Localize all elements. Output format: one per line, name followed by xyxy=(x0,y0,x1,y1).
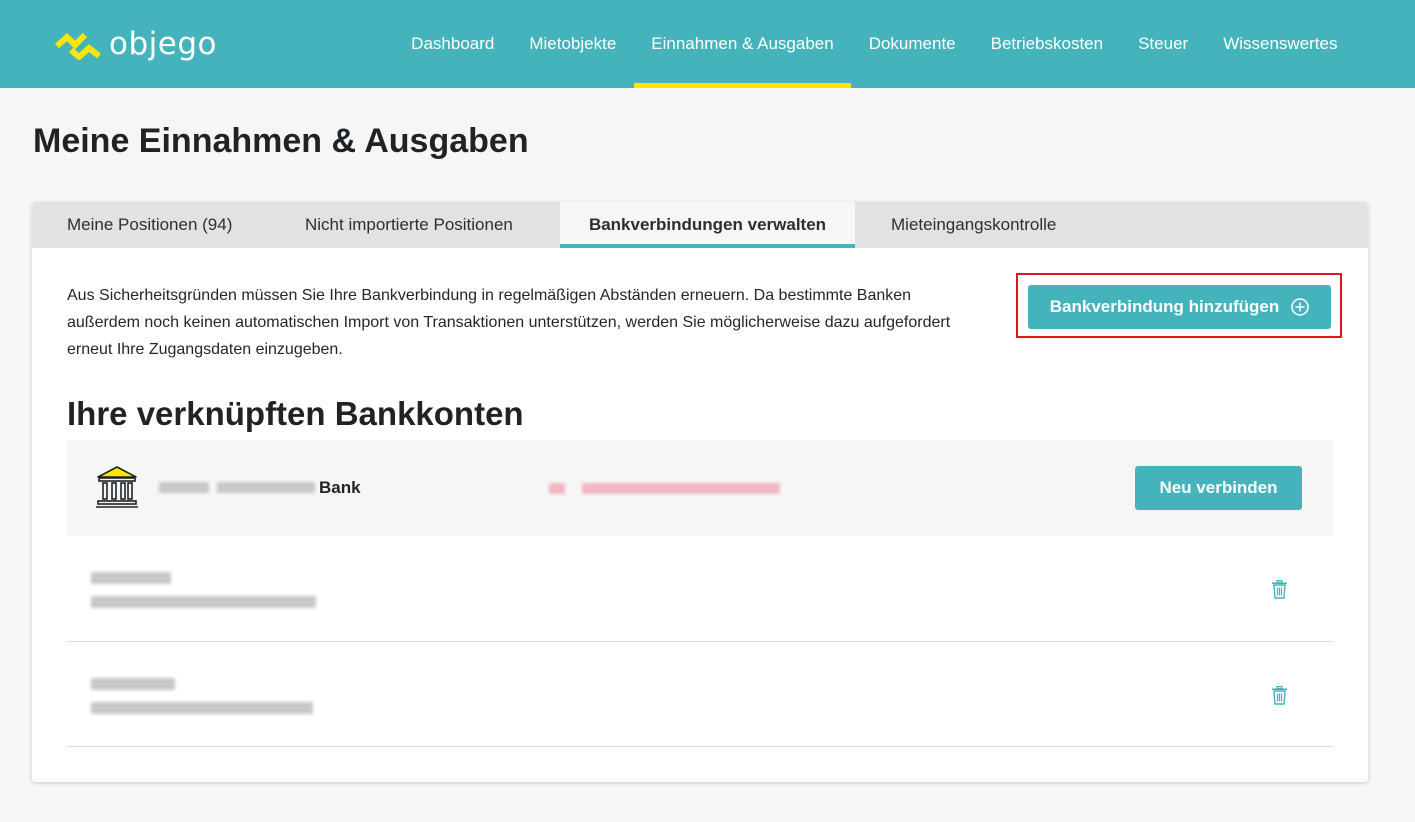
redacted-account-name xyxy=(91,678,175,690)
objego-logo[interactable]: objego xyxy=(55,26,217,62)
account-row xyxy=(67,641,1333,747)
trash-icon[interactable] xyxy=(1271,580,1288,599)
redacted-bank-name-1 xyxy=(159,482,209,493)
account-row xyxy=(67,536,1333,642)
main-nav: Dashboard Mietobjekte Einnahmen & Ausgab… xyxy=(394,0,1355,88)
redacted-account-iban xyxy=(91,596,316,608)
plus-circle-icon xyxy=(1291,298,1309,316)
bank-connection-row: Bank Neu verbinden xyxy=(67,440,1333,536)
security-info-text: Aus Sicherheitsgründen müssen Sie Ihre B… xyxy=(67,287,951,358)
redacted-bank-name-2 xyxy=(217,482,315,493)
nav-item-wissenswertes[interactable]: Wissenswertes xyxy=(1206,0,1355,88)
nav-item-steuer[interactable]: Steuer xyxy=(1121,0,1206,88)
page-title: Meine Einnahmen & Ausgaben xyxy=(33,122,529,160)
trash-icon[interactable] xyxy=(1271,686,1288,705)
tab-bankverbindungen-verwalten[interactable]: Bankverbindungen verwalten xyxy=(560,202,855,248)
nav-item-dokumente[interactable]: Dokumente xyxy=(851,0,973,88)
redacted-status-text xyxy=(582,483,780,494)
bank-name-suffix: Bank xyxy=(319,478,361,497)
bank-connections-card: Meine Positionen (94) Nicht importierte … xyxy=(32,202,1368,782)
add-bank-connection-button[interactable]: Bankverbindung hinzufügen xyxy=(1028,285,1331,329)
nav-item-mietobjekte[interactable]: Mietobjekte xyxy=(512,0,634,88)
nav-item-einnahmen-ausgaben[interactable]: Einnahmen & Ausgaben xyxy=(633,0,852,88)
reconnect-button[interactable]: Neu verbinden xyxy=(1135,466,1302,510)
redacted-status-marker xyxy=(549,483,565,494)
top-navigation-bar: objego Dashboard Mietobjekte Einnahmen &… xyxy=(0,0,1415,88)
redacted-account-name xyxy=(91,572,171,584)
redacted-account-iban xyxy=(91,702,313,714)
tab-bar: Meine Positionen (94) Nicht importierte … xyxy=(32,202,1368,248)
bank-icon xyxy=(96,466,138,508)
linked-accounts-heading: Ihre verknüpften Bankkonten xyxy=(67,395,524,432)
brand-name: objego xyxy=(109,26,217,62)
tab-mieteingangskontrolle[interactable]: Mieteingangskontrolle xyxy=(855,202,1095,248)
tab-meine-positionen[interactable]: Meine Positionen (94) xyxy=(32,202,270,248)
nav-item-betriebskosten[interactable]: Betriebskosten xyxy=(973,0,1120,88)
tab-nicht-importierte-positionen[interactable]: Nicht importierte Positionen xyxy=(270,202,560,248)
add-bank-connection-label: Bankverbindung hinzufügen xyxy=(1049,297,1280,316)
nav-item-dashboard[interactable]: Dashboard xyxy=(394,0,512,88)
objego-logo-icon xyxy=(55,32,101,60)
